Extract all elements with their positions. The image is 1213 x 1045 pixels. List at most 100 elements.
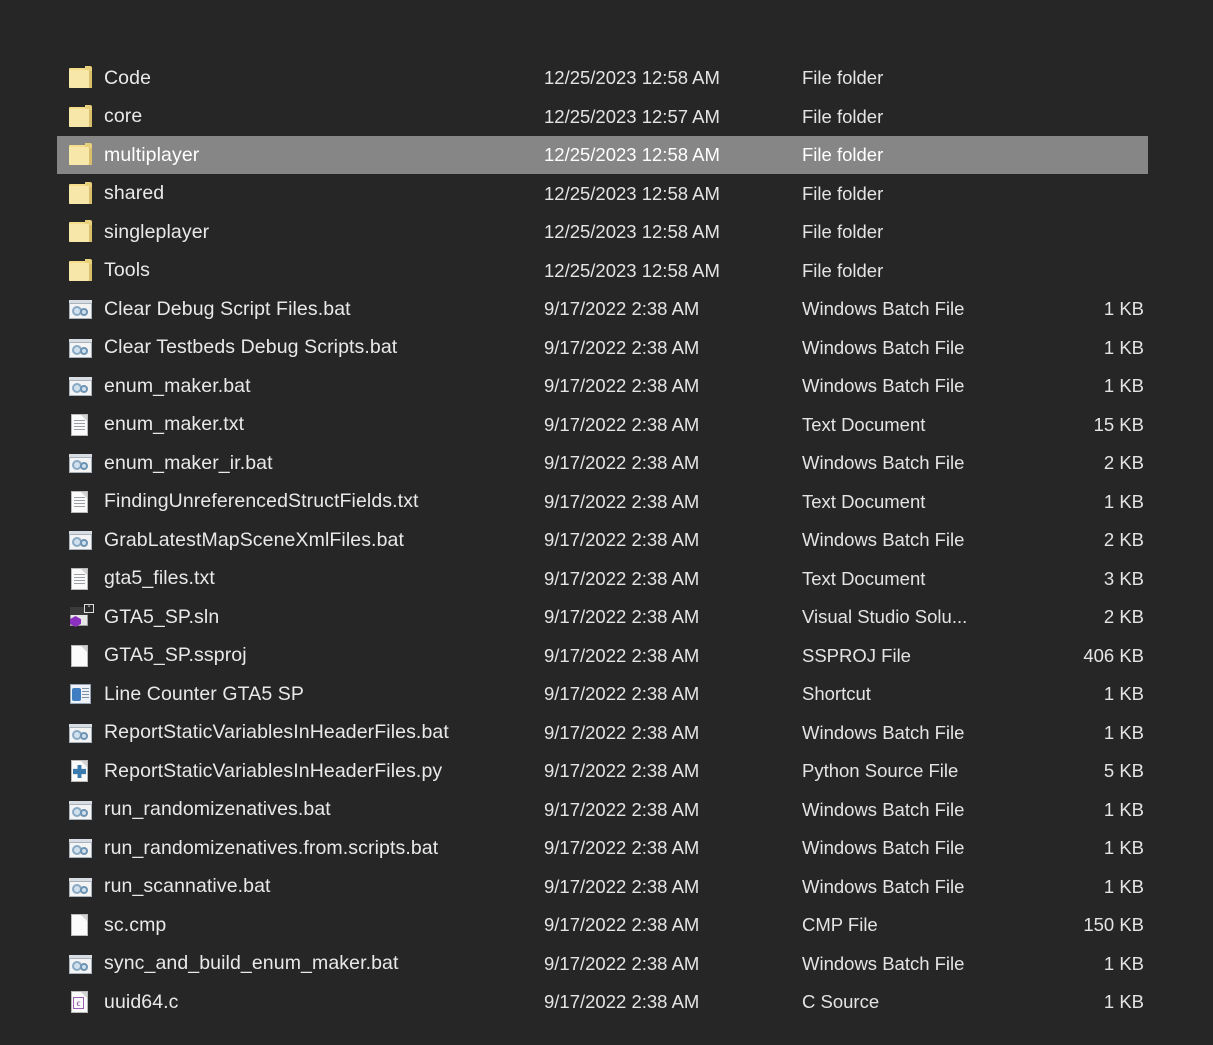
file-type: File folder xyxy=(802,144,1052,166)
file-size: 15 KB xyxy=(1052,414,1148,436)
file-row[interactable]: Clear Testbeds Debug Scripts.bat9/17/202… xyxy=(57,329,1148,367)
file-type: Windows Batch File xyxy=(802,953,1052,975)
file-icon-cell xyxy=(57,413,104,437)
file-type: File folder xyxy=(802,106,1052,128)
file-type: Text Document xyxy=(802,491,1052,513)
file-date-modified: 9/17/2022 2:38 AM xyxy=(544,645,802,667)
file-name: Clear Testbeds Debug Scripts.bat xyxy=(104,336,544,359)
python-file-icon xyxy=(68,759,94,783)
file-type: SSPROJ File xyxy=(802,645,1052,667)
file-name: Line Counter GTA5 SP xyxy=(104,683,544,706)
file-row[interactable]: run_randomizenatives.bat9/17/2022 2:38 A… xyxy=(57,791,1148,829)
batch-file-icon xyxy=(68,336,94,360)
file-row[interactable]: Tools12/25/2023 12:58 AMFile folder xyxy=(57,252,1148,290)
file-type: File folder xyxy=(802,221,1052,243)
file-row[interactable]: enum_maker.bat9/17/2022 2:38 AMWindows B… xyxy=(57,367,1148,405)
file-row[interactable]: shared12/25/2023 12:58 AMFile folder xyxy=(57,175,1148,213)
batch-file-icon xyxy=(68,721,94,745)
file-size: 1 KB xyxy=(1052,991,1148,1013)
file-row[interactable]: run_scannative.bat9/17/2022 2:38 AMWindo… xyxy=(57,868,1148,906)
file-name: sync_and_build_enum_maker.bat xyxy=(104,952,544,975)
file-row[interactable]: enum_maker.txt9/17/2022 2:38 AMText Docu… xyxy=(57,406,1148,444)
file-row[interactable]: "GTA5_SP.sln9/17/2022 2:38 AMVisual Stud… xyxy=(57,598,1148,636)
file-date-modified: 9/17/2022 2:38 AM xyxy=(544,722,802,744)
file-row[interactable]: Line Counter GTA5 SP9/17/2022 2:38 AMSho… xyxy=(57,675,1148,713)
file-row[interactable]: enum_maker_ir.bat9/17/2022 2:38 AMWindow… xyxy=(57,444,1148,482)
file-icon-cell xyxy=(57,682,104,706)
file-name: run_randomizenatives.from.scripts.bat xyxy=(104,837,544,860)
file-icon-cell xyxy=(57,759,104,783)
file-type: CMP File xyxy=(802,914,1052,936)
file-row[interactable]: ReportStaticVariablesInHeaderFiles.bat9/… xyxy=(57,714,1148,752)
file-date-modified: 9/17/2022 2:38 AM xyxy=(544,837,802,859)
file-type: Visual Studio Solu... xyxy=(802,606,1052,628)
file-row[interactable]: cuuid64.c9/17/2022 2:38 AMC Source1 KB xyxy=(57,983,1148,1021)
file-size: 1 KB xyxy=(1052,375,1148,397)
file-size: 3 KB xyxy=(1052,568,1148,590)
file-name: ReportStaticVariablesInHeaderFiles.bat xyxy=(104,721,544,744)
file-type: Windows Batch File xyxy=(802,799,1052,821)
file-row[interactable]: sync_and_build_enum_maker.bat9/17/2022 2… xyxy=(57,945,1148,983)
file-icon-cell xyxy=(57,182,104,206)
batch-file-icon xyxy=(68,451,94,475)
file-row[interactable]: GTA5_SP.ssproj9/17/2022 2:38 AMSSPROJ Fi… xyxy=(57,637,1148,675)
file-row[interactable]: sc.cmp9/17/2022 2:38 AMCMP File150 KB xyxy=(57,906,1148,944)
file-icon-cell xyxy=(57,66,104,90)
folder-icon xyxy=(68,220,94,244)
file-icon-cell xyxy=(57,143,104,167)
file-name: gta5_files.txt xyxy=(104,567,544,590)
file-row[interactable]: multiplayer12/25/2023 12:58 AMFile folde… xyxy=(57,136,1148,174)
folder-icon xyxy=(68,182,94,206)
file-date-modified: 9/17/2022 2:38 AM xyxy=(544,799,802,821)
file-name: enum_maker.txt xyxy=(104,413,544,436)
file-date-modified: 9/17/2022 2:38 AM xyxy=(544,953,802,975)
file-date-modified: 9/17/2022 2:38 AM xyxy=(544,760,802,782)
file-type: Windows Batch File xyxy=(802,529,1052,551)
file-date-modified: 9/17/2022 2:38 AM xyxy=(544,491,802,513)
batch-file-icon xyxy=(68,374,94,398)
text-document-icon xyxy=(68,413,94,437)
file-row[interactable]: Clear Debug Script Files.bat9/17/2022 2:… xyxy=(57,290,1148,328)
file-icon-cell xyxy=(57,644,104,668)
file-row[interactable]: singleplayer12/25/2023 12:58 AMFile fold… xyxy=(57,213,1148,251)
file-size: 2 KB xyxy=(1052,452,1148,474)
file-row[interactable]: run_randomizenatives.from.scripts.bat9/1… xyxy=(57,829,1148,867)
file-type: Windows Batch File xyxy=(802,452,1052,474)
file-name: run_scannative.bat xyxy=(104,875,544,898)
file-row[interactable]: Code12/25/2023 12:58 AMFile folder xyxy=(57,59,1148,97)
file-size: 2 KB xyxy=(1052,606,1148,628)
file-name: enum_maker.bat xyxy=(104,375,544,398)
file-size: 1 KB xyxy=(1052,953,1148,975)
file-name: sc.cmp xyxy=(104,914,544,937)
file-type: Python Source File xyxy=(802,760,1052,782)
file-icon-cell xyxy=(57,220,104,244)
shortcut-icon xyxy=(68,682,94,706)
batch-file-icon xyxy=(68,952,94,976)
file-date-modified: 12/25/2023 12:58 AM xyxy=(544,67,802,89)
file-name: multiplayer xyxy=(104,144,544,167)
file-type: Windows Batch File xyxy=(802,876,1052,898)
file-row[interactable]: gta5_files.txt9/17/2022 2:38 AMText Docu… xyxy=(57,560,1148,598)
file-row[interactable]: GrabLatestMapSceneXmlFiles.bat9/17/2022 … xyxy=(57,521,1148,559)
file-icon-cell xyxy=(57,297,104,321)
file-icon-cell: c xyxy=(57,990,104,1014)
file-size: 150 KB xyxy=(1052,914,1148,936)
file-icon-cell xyxy=(57,528,104,552)
file-icon-cell xyxy=(57,336,104,360)
text-document-icon xyxy=(68,490,94,514)
file-type: File folder xyxy=(802,260,1052,282)
file-date-modified: 9/17/2022 2:38 AM xyxy=(544,876,802,898)
file-list[interactable]: Code12/25/2023 12:58 AMFile foldercore12… xyxy=(0,0,1213,1045)
file-type: File folder xyxy=(802,67,1052,89)
file-date-modified: 9/17/2022 2:38 AM xyxy=(544,452,802,474)
file-date-modified: 9/17/2022 2:38 AM xyxy=(544,529,802,551)
folder-icon xyxy=(68,105,94,129)
file-row[interactable]: ReportStaticVariablesInHeaderFiles.py9/1… xyxy=(57,752,1148,790)
file-size: 1 KB xyxy=(1052,876,1148,898)
visual-studio-solution-icon: " xyxy=(68,605,94,629)
file-row[interactable]: FindingUnreferencedStructFields.txt9/17/… xyxy=(57,483,1148,521)
file-date-modified: 9/17/2022 2:38 AM xyxy=(544,414,802,436)
file-row[interactable]: core12/25/2023 12:57 AMFile folder xyxy=(57,98,1148,136)
file-name: uuid64.c xyxy=(104,991,544,1014)
batch-file-icon xyxy=(68,297,94,321)
